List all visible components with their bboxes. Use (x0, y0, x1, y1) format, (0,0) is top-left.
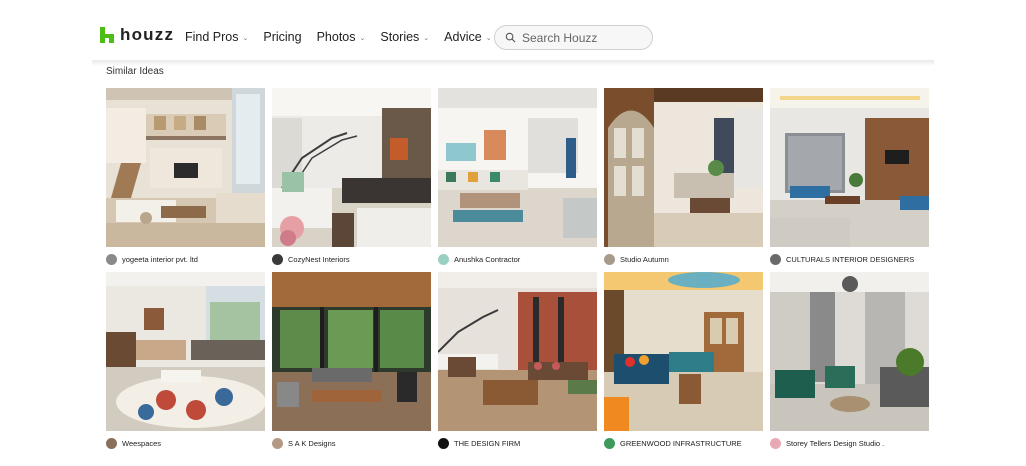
idea-photo[interactable] (770, 272, 929, 431)
idea-photo[interactable] (438, 88, 597, 247)
idea-card: GREENWOOD INFRASTRUCTURE (604, 272, 763, 449)
pro-name: CozyNest Interiors (288, 254, 350, 264)
avatar (604, 253, 615, 265)
chevron-down-icon: ⌄ (242, 34, 249, 42)
pro-name: Anushka Contractor (454, 254, 521, 264)
nav-label: Advice (444, 30, 482, 44)
idea-credit[interactable]: Studio Autumn (604, 253, 763, 265)
idea-photo[interactable] (438, 272, 597, 431)
pro-name: Weespaces (122, 438, 162, 448)
idea-photo[interactable] (272, 88, 431, 247)
search-input[interactable] (522, 30, 642, 45)
chevron-down-icon: ⌄ (359, 34, 366, 42)
pro-name: yogeeta interior pvt. ltd (122, 254, 198, 264)
avatar (604, 437, 615, 449)
idea-credit[interactable]: Storey Tellers Design Studio . (770, 437, 929, 449)
nav-label: Pricing (263, 30, 302, 44)
idea-credit[interactable]: yogeeta interior pvt. ltd (106, 253, 265, 265)
avatar (438, 437, 449, 449)
idea-card: S A K Designs (272, 272, 431, 449)
avatar (272, 437, 283, 449)
nav-find-pros[interactable]: Find Pros ⌄ (185, 30, 248, 44)
site-header: houzz Find Pros ⌄ Pricing Photos ⌄ Stori… (0, 0, 1026, 62)
idea-credit[interactable]: Weespaces (106, 437, 265, 449)
pro-name: CULTURALS INTERIOR DESIGNERS (786, 254, 915, 264)
idea-photo[interactable] (770, 88, 929, 247)
avatar (438, 253, 449, 265)
avatar (106, 253, 117, 265)
idea-card: Weespaces (106, 272, 265, 449)
section-title: Similar Ideas (106, 66, 164, 77)
idea-photo[interactable] (106, 88, 265, 247)
idea-credit[interactable]: CozyNest Interiors (272, 253, 431, 265)
idea-card: Storey Tellers Design Studio . (770, 272, 929, 449)
idea-card: Anushka Contractor (438, 88, 597, 265)
pro-name: Storey Tellers Design Studio . (786, 438, 885, 448)
idea-photo[interactable] (272, 272, 431, 431)
chevron-down-icon: ⌄ (485, 34, 492, 42)
avatar (770, 253, 781, 265)
idea-card: CozyNest Interiors (272, 88, 431, 265)
main-nav: Find Pros ⌄ Pricing Photos ⌄ Stories ⌄ A… (185, 29, 507, 45)
houzz-logo-icon (100, 27, 114, 43)
idea-photo[interactable] (106, 272, 265, 431)
search-box[interactable] (494, 25, 653, 50)
idea-card: CULTURALS INTERIOR DESIGNERS (770, 88, 929, 265)
nav-photos[interactable]: Photos ⌄ (317, 30, 366, 44)
pro-name: S A K Designs (288, 438, 336, 448)
nav-label: Photos (316, 30, 356, 44)
idea-photo[interactable] (604, 272, 763, 431)
houzz-logo[interactable]: houzz (100, 25, 175, 44)
idea-credit[interactable]: THE DESIGN FIRM (438, 437, 597, 449)
idea-card: THE DESIGN FIRM (438, 272, 597, 449)
idea-credit[interactable]: Anushka Contractor (438, 253, 597, 265)
idea-card: Studio Autumn (604, 88, 763, 265)
idea-credit[interactable]: GREENWOOD INFRASTRUCTURE (604, 437, 763, 449)
idea-photo[interactable] (604, 88, 763, 247)
header-divider (92, 60, 934, 66)
nav-label: Stories (380, 30, 420, 44)
nav-label: Find Pros (185, 30, 239, 44)
idea-credit[interactable]: S A K Designs (272, 437, 431, 449)
chevron-down-icon: ⌄ (423, 34, 430, 42)
idea-credit[interactable]: CULTURALS INTERIOR DESIGNERS (770, 253, 929, 265)
pro-name: THE DESIGN FIRM (454, 438, 521, 448)
avatar (106, 437, 117, 449)
nav-pricing[interactable]: Pricing (263, 30, 301, 44)
avatar (770, 437, 781, 449)
logo-text: houzz (120, 25, 175, 44)
pro-name: GREENWOOD INFRASTRUCTURE (620, 438, 742, 448)
idea-card: yogeeta interior pvt. ltd (106, 88, 265, 265)
avatar (272, 253, 283, 265)
pro-name: Studio Autumn (620, 254, 669, 264)
search-icon (505, 32, 516, 43)
nav-advice[interactable]: Advice ⌄ (444, 30, 491, 44)
nav-stories[interactable]: Stories ⌄ (380, 30, 429, 44)
